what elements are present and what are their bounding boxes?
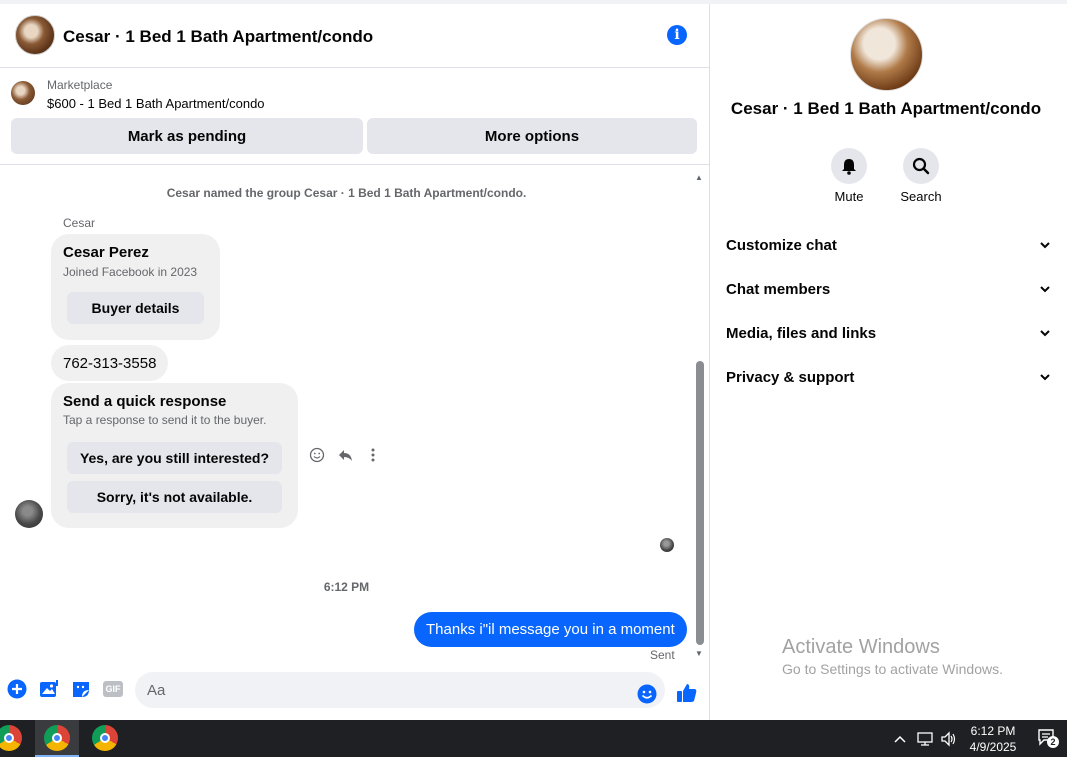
details-avatar[interactable] (850, 18, 923, 91)
chevron-down-icon (1040, 286, 1050, 293)
reply-icon[interactable] (335, 445, 355, 465)
mute-label: Mute (834, 189, 864, 204)
scroll-up-arrow-icon[interactable]: ▲ (694, 173, 704, 183)
message-list: Cesar named the group Cesar · 1 Bed 1 Ba… (0, 165, 709, 659)
sender-avatar[interactable] (15, 500, 43, 528)
photo-icon[interactable] (38, 678, 60, 700)
chrome-profile-icon[interactable] (92, 725, 118, 751)
quick-response-title: Send a quick response (63, 393, 227, 410)
outgoing-message[interactable]: Thanks i"il message you in a moment (414, 612, 687, 647)
taskbar: 6:12 PM 4/9/2025 2 (0, 720, 1067, 757)
buyer-details-button[interactable]: Buyer details (67, 292, 204, 324)
info-icon[interactable]: i (667, 25, 687, 45)
scroll-down-arrow-icon[interactable]: ▼ (694, 649, 704, 659)
listing-thumbnail[interactable] (11, 81, 35, 105)
chat-title[interactable]: Cesar · 1 Bed 1 Bath Apartment/condo (63, 27, 373, 47)
watermark-subtitle: Go to Settings to activate Windows. (782, 661, 1003, 677)
section-privacy-support[interactable]: Privacy & support (726, 365, 1051, 389)
message-timestamp: 6:12 PM (323, 580, 370, 594)
more-options-button[interactable]: More options (367, 118, 697, 154)
seen-avatar (660, 538, 674, 552)
quick-reply-sorry-button[interactable]: Sorry, it's not available. (67, 481, 282, 513)
section-chat-members[interactable]: Chat members (726, 277, 1051, 301)
section-label: Chat members (726, 280, 831, 298)
sticker-icon[interactable] (70, 678, 92, 700)
notification-icon[interactable]: 2 (1037, 728, 1059, 748)
more-icon[interactable] (363, 445, 383, 465)
section-media-files-links[interactable]: Media, files and links (726, 321, 1051, 345)
phone-message[interactable]: 762-313-3558 (51, 345, 168, 381)
watermark-title: Activate Windows (782, 636, 940, 658)
message-input[interactable] (135, 672, 665, 708)
listing-title[interactable]: $600 - 1 Bed 1 Bath Apartment/condo (47, 96, 265, 111)
chrome-profile-icon[interactable] (44, 725, 70, 751)
volume-icon[interactable] (940, 720, 958, 757)
quick-reply-yes-button[interactable]: Yes, are you still interested? (67, 442, 282, 474)
system-message: Cesar named the group Cesar · 1 Bed 1 Ba… (166, 186, 527, 200)
quick-response-subtitle: Tap a response to send it to the buyer. (63, 413, 267, 427)
details-title: Cesar · 1 Bed 1 Bath Apartment/condo (730, 99, 1042, 118)
scrollbar-thumb[interactable] (696, 361, 704, 645)
buyer-joined: Joined Facebook in 2023 (63, 265, 198, 279)
bell-icon[interactable] (831, 148, 867, 184)
marketplace-label: Marketplace (47, 78, 113, 92)
sender-name: Cesar (63, 216, 96, 230)
gif-label: GIF (103, 681, 123, 697)
system-clock[interactable]: 6:12 PM 4/9/2025 (963, 723, 1023, 755)
gif-icon[interactable]: GIF (102, 678, 124, 700)
buyer-name: Cesar Perez (63, 244, 149, 261)
chat-header: Cesar · 1 Bed 1 Bath Apartment/condo i (0, 4, 709, 68)
chevron-down-icon (1040, 242, 1050, 249)
chevron-down-icon (1040, 330, 1050, 337)
details-pane: Cesar · 1 Bed 1 Bath Apartment/condo Mut… (711, 4, 1067, 720)
section-label: Customize chat (726, 236, 837, 254)
composer: GIF (0, 669, 709, 719)
conversation-avatar[interactable] (15, 15, 55, 55)
section-label: Media, files and links (726, 324, 877, 342)
search-icon[interactable] (903, 148, 939, 184)
chat-pane: Cesar · 1 Bed 1 Bath Apartment/condo i M… (0, 4, 710, 720)
network-icon[interactable] (916, 720, 934, 757)
search-action[interactable]: Search (886, 148, 956, 204)
marketplace-banner: Marketplace $600 - 1 Bed 1 Bath Apartmen… (0, 69, 709, 165)
quick-response-card: Send a quick response Tap a response to … (51, 383, 298, 528)
react-icon[interactable] (307, 445, 327, 465)
thumbs-up-icon[interactable] (676, 682, 698, 704)
section-customize-chat[interactable]: Customize chat (726, 233, 1051, 257)
sent-status: Sent (650, 648, 675, 659)
mark-as-pending-button[interactable]: Mark as pending (11, 118, 363, 154)
emoji-icon[interactable] (636, 683, 658, 705)
clock-time: 6:12 PM (970, 724, 1016, 738)
buyer-card: Cesar Perez Joined Facebook in 2023 Buye… (51, 234, 220, 340)
notification-count: 2 (1047, 736, 1059, 748)
activation-watermark: Activate Windows Go to Settings to activ… (782, 636, 1003, 677)
clock-date: 4/9/2025 (969, 740, 1017, 754)
chrome-profile-icon[interactable] (0, 725, 22, 751)
mute-action[interactable]: Mute (814, 148, 884, 204)
plus-icon[interactable] (6, 678, 28, 700)
chevron-up-icon[interactable] (893, 720, 907, 757)
search-label: Search (900, 189, 942, 204)
chevron-down-icon (1040, 374, 1050, 381)
section-label: Privacy & support (726, 368, 855, 386)
